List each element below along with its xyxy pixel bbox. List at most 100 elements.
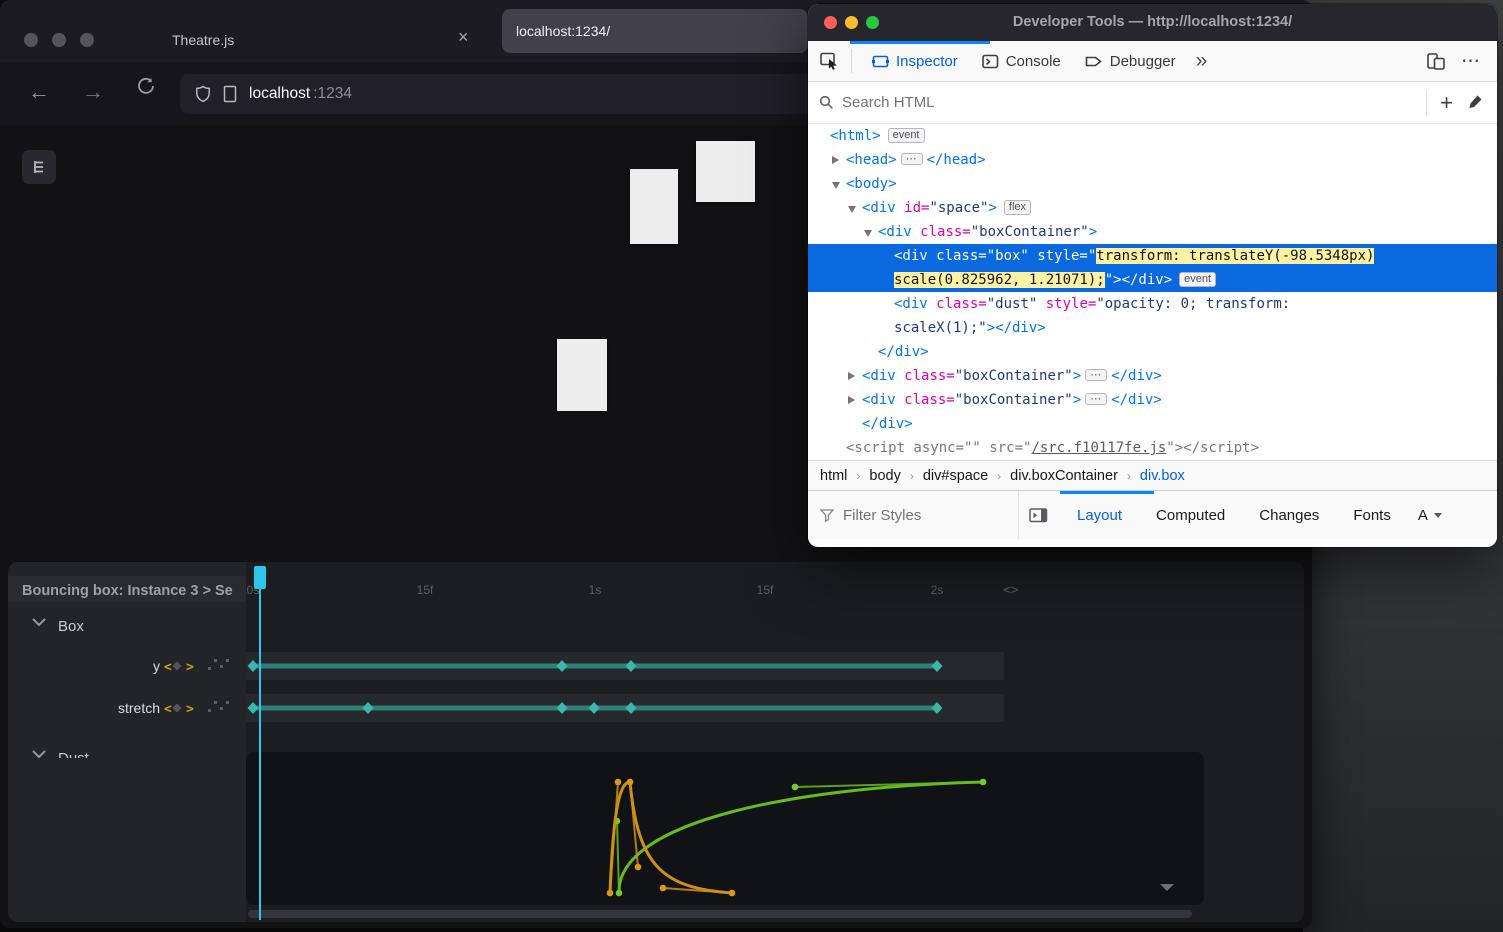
devtools-tab-debugger[interactable]: Debugger: [1073, 41, 1188, 81]
markup-line[interactable]: <div class="boxContainer">: [808, 220, 1497, 244]
expand-arrow-icon[interactable]: [848, 372, 855, 380]
markup-token: scaleX(1);": [894, 320, 987, 336]
expand-arrow-icon[interactable]: [832, 156, 839, 164]
tab-localhost-active[interactable]: localhost:1234/: [502, 9, 808, 53]
markup-line[interactable]: <script async="" src="/src.f10117fe.js">…: [808, 436, 1497, 460]
breadcrumb-item[interactable]: div#space: [923, 468, 988, 484]
collapse-arrow-icon[interactable]: [832, 182, 840, 189]
event-badge[interactable]: flex: [1004, 200, 1031, 215]
sidebar-tab-layout[interactable]: Layout: [1060, 507, 1139, 524]
sequence-title[interactable]: Bouncing box: Instance 3 > Se: [22, 583, 233, 599]
graph-editor-icon[interactable]: [214, 701, 217, 704]
green-curve-point[interactable]: [980, 779, 987, 786]
ruler-label: 15f: [417, 583, 434, 597]
event-badge[interactable]: event: [1179, 272, 1216, 287]
tab-close-icon[interactable]: ×: [458, 27, 469, 48]
create-node-button[interactable]: +: [1427, 90, 1466, 116]
graph-editor-icon[interactable]: [220, 665, 223, 668]
next-keyframe-icon[interactable]: >: [186, 660, 194, 675]
graph-editor-icon[interactable]: [214, 659, 217, 662]
sidebar-tab-overflow[interactable]: A: [1408, 507, 1432, 524]
toolbar-separator: [851, 49, 852, 73]
collapse-arrow-icon[interactable]: [848, 206, 856, 213]
pick-element-button[interactable]: [820, 52, 839, 70]
markup-token: <div: [862, 368, 904, 384]
inline-ellipsis-badge[interactable]: ⋯: [1085, 393, 1107, 405]
markup-line[interactable]: </div>: [808, 412, 1497, 436]
markup-line[interactable]: <div class="boxContainer">⋯</div>: [808, 364, 1497, 388]
timeline-horizontal-scrollbar[interactable]: [248, 910, 1192, 918]
window-zoom-button[interactable]: [80, 33, 94, 47]
event-badge[interactable]: event: [888, 128, 925, 143]
graph-editor-icon[interactable]: [208, 667, 211, 670]
group-label[interactable]: Box: [58, 618, 84, 635]
devtools-menu-button[interactable]: ⋯: [1461, 50, 1481, 73]
window-close-button[interactable]: [24, 33, 38, 47]
sidebar-tab-changes[interactable]: Changes: [1242, 507, 1336, 524]
graph-editor-icon[interactable]: [208, 709, 211, 712]
back-button[interactable]: ←: [28, 79, 50, 105]
markup-line[interactable]: <div class="box" style="transform: trans…: [808, 244, 1497, 292]
breadcrumb-item[interactable]: html: [820, 468, 847, 484]
orange-curve-point[interactable]: [660, 885, 667, 892]
window-minimize-button[interactable]: [52, 33, 66, 47]
markup-line[interactable]: <body>: [808, 172, 1497, 196]
devtools-tab-console[interactable]: Console: [970, 41, 1073, 81]
markup-line[interactable]: <div id="space">flex: [808, 196, 1497, 220]
orange-curve-point[interactable]: [627, 779, 634, 786]
devtools-minimize-button[interactable]: [845, 16, 858, 29]
graph-editor-icon[interactable]: [226, 659, 229, 662]
devtools-title: Developer Tools — http://localhost:1234/: [808, 4, 1497, 41]
focus-range-icon[interactable]: <>: [1003, 583, 1019, 598]
graph-editor-icon[interactable]: [220, 707, 223, 710]
green-curve-point[interactable]: [616, 890, 623, 897]
devtools-zoom-button[interactable]: [866, 16, 879, 29]
markup-line[interactable]: <html>event: [808, 124, 1497, 148]
responsive-mode-icon[interactable]: [1427, 53, 1445, 70]
devtools-close-button[interactable]: [824, 16, 837, 29]
tab-theatre-js[interactable]: Theatre.js: [172, 32, 234, 48]
inline-ellipsis-badge[interactable]: ⋯: [901, 153, 923, 165]
markup-line[interactable]: <head>⋯</head>: [808, 148, 1497, 172]
eyedropper-button[interactable]: [1466, 94, 1497, 111]
markup-line[interactable]: <div class="boxContainer">⋯</div>: [808, 388, 1497, 412]
collapse-arrow-icon[interactable]: [864, 230, 872, 237]
forward-button[interactable]: →: [82, 79, 104, 105]
reload-button[interactable]: [136, 76, 156, 102]
animated-box: [557, 339, 607, 411]
prev-keyframe-icon[interactable]: <: [164, 702, 172, 717]
orange-curve-point[interactable]: [635, 864, 642, 871]
shield-icon[interactable]: [194, 85, 212, 104]
animated-box: [696, 141, 755, 202]
markup-line[interactable]: <div class="dust" style="opacity: 0; tra…: [808, 292, 1497, 340]
orange-curve-point[interactable]: [615, 779, 622, 786]
sidebar-toggle-button[interactable]: [1029, 508, 1048, 523]
expand-arrow-icon[interactable]: [848, 396, 855, 404]
markup-token: class=: [936, 296, 987, 312]
orange-curve-point[interactable]: [607, 890, 614, 897]
playhead-grabber[interactable]: [254, 566, 266, 589]
sidebar-tabs-dropdown-icon[interactable]: [1434, 513, 1442, 518]
breadcrumb-item[interactable]: div.boxContainer: [1010, 468, 1118, 484]
markup-line[interactable]: </div>: [808, 340, 1497, 364]
breadcrumb-separator-icon: ›: [997, 469, 1001, 483]
toolbar-right-group: ⋯: [1427, 50, 1497, 73]
sidebar-tab-fonts[interactable]: Fonts: [1336, 507, 1408, 524]
devtools-tab-label: Inspector: [896, 53, 958, 70]
orange-curve-point[interactable]: [729, 890, 736, 897]
markup-token: >: [988, 200, 996, 216]
more-tabs-button[interactable]: »: [1188, 49, 1216, 73]
breadcrumb-item[interactable]: div.box: [1140, 468, 1185, 484]
theatre-outline-button[interactable]: [22, 150, 56, 184]
graph-editor-icon[interactable]: [226, 701, 229, 704]
next-keyframe-icon[interactable]: >: [186, 702, 194, 717]
page-icon[interactable]: [223, 85, 238, 103]
search-html-bar[interactable]: Search HTML +: [808, 82, 1497, 124]
filter-styles-input[interactable]: Filter Styles: [808, 507, 1018, 524]
inline-ellipsis-badge[interactable]: ⋯: [1085, 369, 1107, 381]
green-curve-point[interactable]: [792, 784, 799, 791]
prev-keyframe-icon[interactable]: <: [164, 660, 172, 675]
sidebar-tab-computed[interactable]: Computed: [1139, 507, 1242, 524]
devtools-tab-inspector[interactable]: Inspector: [860, 41, 970, 81]
breadcrumb-item[interactable]: body: [869, 468, 900, 484]
